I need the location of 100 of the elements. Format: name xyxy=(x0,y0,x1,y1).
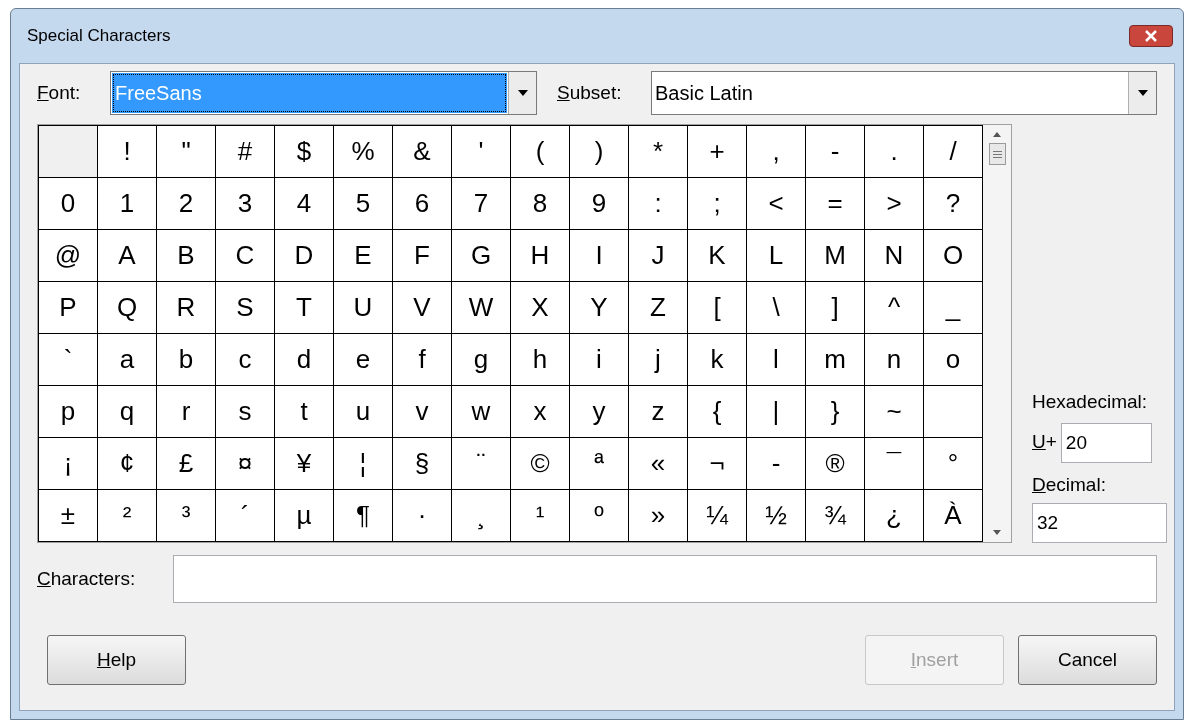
character-cell[interactable]: & xyxy=(393,126,452,178)
character-cell[interactable]: ] xyxy=(806,282,865,334)
character-cell[interactable]: y xyxy=(570,386,629,438)
scroll-thumb[interactable] xyxy=(988,143,1006,165)
character-cell[interactable] xyxy=(924,386,983,438)
character-cell[interactable]: J xyxy=(629,230,688,282)
character-cell[interactable]: @ xyxy=(39,230,98,282)
character-cell[interactable]: g xyxy=(452,334,511,386)
character-cell[interactable]: 6 xyxy=(393,178,452,230)
character-cell[interactable]: H xyxy=(511,230,570,282)
hexadecimal-field[interactable]: 20 xyxy=(1060,422,1152,463)
character-cell[interactable]: D xyxy=(275,230,334,282)
character-cell[interactable]: / xyxy=(924,126,983,178)
character-cell[interactable]: ¯ xyxy=(865,438,924,490)
character-cell[interactable]: s xyxy=(216,386,275,438)
dialog-button[interactable]: Cancel xyxy=(1018,635,1157,685)
character-cell[interactable]: · xyxy=(393,490,452,542)
character-cell[interactable]: + xyxy=(688,126,747,178)
character-cell[interactable]: P xyxy=(39,282,98,334)
character-cell[interactable]: C xyxy=(216,230,275,282)
character-cell[interactable]: p xyxy=(39,386,98,438)
character-cell[interactable]: U xyxy=(334,282,393,334)
character-cell[interactable]: ¬ xyxy=(688,438,747,490)
character-cell[interactable]: e xyxy=(334,334,393,386)
character-cell[interactable]: L xyxy=(747,230,806,282)
character-cell[interactable]: § xyxy=(393,438,452,490)
character-cell[interactable]: £ xyxy=(157,438,216,490)
character-cell[interactable]: O xyxy=(924,230,983,282)
character-cell[interactable]: G xyxy=(452,230,511,282)
character-cell[interactable]: ¦ xyxy=(334,438,393,490)
character-cell[interactable]: # xyxy=(216,126,275,178)
character-cell[interactable]: a xyxy=(98,334,157,386)
character-cell[interactable]: V xyxy=(393,282,452,334)
character-cell[interactable]: ¡ xyxy=(39,438,98,490)
character-cell[interactable]: d xyxy=(275,334,334,386)
character-cell[interactable]: ¨ xyxy=(452,438,511,490)
character-cell[interactable]: ½ xyxy=(747,490,806,542)
character-cell[interactable]: ¥ xyxy=(275,438,334,490)
character-cell[interactable]: f xyxy=(393,334,452,386)
character-cell[interactable]: ? xyxy=(924,178,983,230)
character-cell[interactable]: q xyxy=(98,386,157,438)
character-cell[interactable]: } xyxy=(806,386,865,438)
character-cell[interactable]: Q xyxy=(98,282,157,334)
character-cell[interactable]: ° xyxy=(924,438,983,490)
character-cell[interactable]: º xyxy=(570,490,629,542)
character-cell[interactable]: > xyxy=(865,178,924,230)
character-cell[interactable]: F xyxy=(393,230,452,282)
character-cell[interactable]: . xyxy=(865,126,924,178)
character-cell[interactable]: 8 xyxy=(511,178,570,230)
character-cell[interactable]: R xyxy=(157,282,216,334)
character-cell[interactable]: ¶ xyxy=(334,490,393,542)
character-cell[interactable]: Y xyxy=(570,282,629,334)
character-cell[interactable]: ® xyxy=(806,438,865,490)
character-cell[interactable]: _ xyxy=(924,282,983,334)
character-cell[interactable]: S xyxy=(216,282,275,334)
character-cell[interactable]: j xyxy=(629,334,688,386)
subset-dropdown[interactable]: Basic Latin xyxy=(651,71,1157,115)
character-cell[interactable]: ¢ xyxy=(98,438,157,490)
character-cell[interactable]: 0 xyxy=(39,178,98,230)
character-cell[interactable]: 5 xyxy=(334,178,393,230)
character-cell[interactable]: E xyxy=(334,230,393,282)
character-cell[interactable]: K xyxy=(688,230,747,282)
character-cell[interactable]: 1 xyxy=(98,178,157,230)
character-cell[interactable]: ^ xyxy=(865,282,924,334)
character-cell[interactable] xyxy=(39,126,98,178)
character-cell[interactable]: ¤ xyxy=(216,438,275,490)
character-cell[interactable]: h xyxy=(511,334,570,386)
character-cell[interactable]: 9 xyxy=(570,178,629,230)
decimal-field[interactable]: 32 xyxy=(1032,503,1167,543)
character-cell[interactable]: n xyxy=(865,334,924,386)
character-cell[interactable]: B xyxy=(157,230,216,282)
character-cell[interactable]: - xyxy=(806,126,865,178)
character-cell[interactable]: 4 xyxy=(275,178,334,230)
character-cell[interactable]: w xyxy=(452,386,511,438)
character-cell[interactable]: | xyxy=(747,386,806,438)
character-cell[interactable]: k xyxy=(688,334,747,386)
character-cell[interactable]: ¸ xyxy=(452,490,511,542)
character-cell[interactable]: x xyxy=(511,386,570,438)
character-cell[interactable]: ) xyxy=(570,126,629,178)
character-cell[interactable]: o xyxy=(924,334,983,386)
character-cell[interactable]: ~ xyxy=(865,386,924,438)
character-cell[interactable]: % xyxy=(334,126,393,178)
character-cell[interactable]: ( xyxy=(511,126,570,178)
character-cell[interactable]: ` xyxy=(39,334,98,386)
character-cell[interactable]: X xyxy=(511,282,570,334)
characters-field[interactable] xyxy=(173,555,1157,603)
character-cell[interactable]: : xyxy=(629,178,688,230)
character-cell[interactable]: ¾ xyxy=(806,490,865,542)
character-cell[interactable]: ¼ xyxy=(688,490,747,542)
character-cell[interactable]: ª xyxy=(570,438,629,490)
character-cell[interactable]: ¿ xyxy=(865,490,924,542)
character-cell[interactable]: $ xyxy=(275,126,334,178)
close-button[interactable] xyxy=(1129,25,1173,47)
character-cell[interactable]: 2 xyxy=(157,178,216,230)
character-cell[interactable]: ² xyxy=(98,490,157,542)
character-cell[interactable]: , xyxy=(747,126,806,178)
character-cell[interactable]: v xyxy=(393,386,452,438)
character-cell[interactable]: = xyxy=(806,178,865,230)
character-cell[interactable]: t xyxy=(275,386,334,438)
character-cell[interactable]: < xyxy=(747,178,806,230)
